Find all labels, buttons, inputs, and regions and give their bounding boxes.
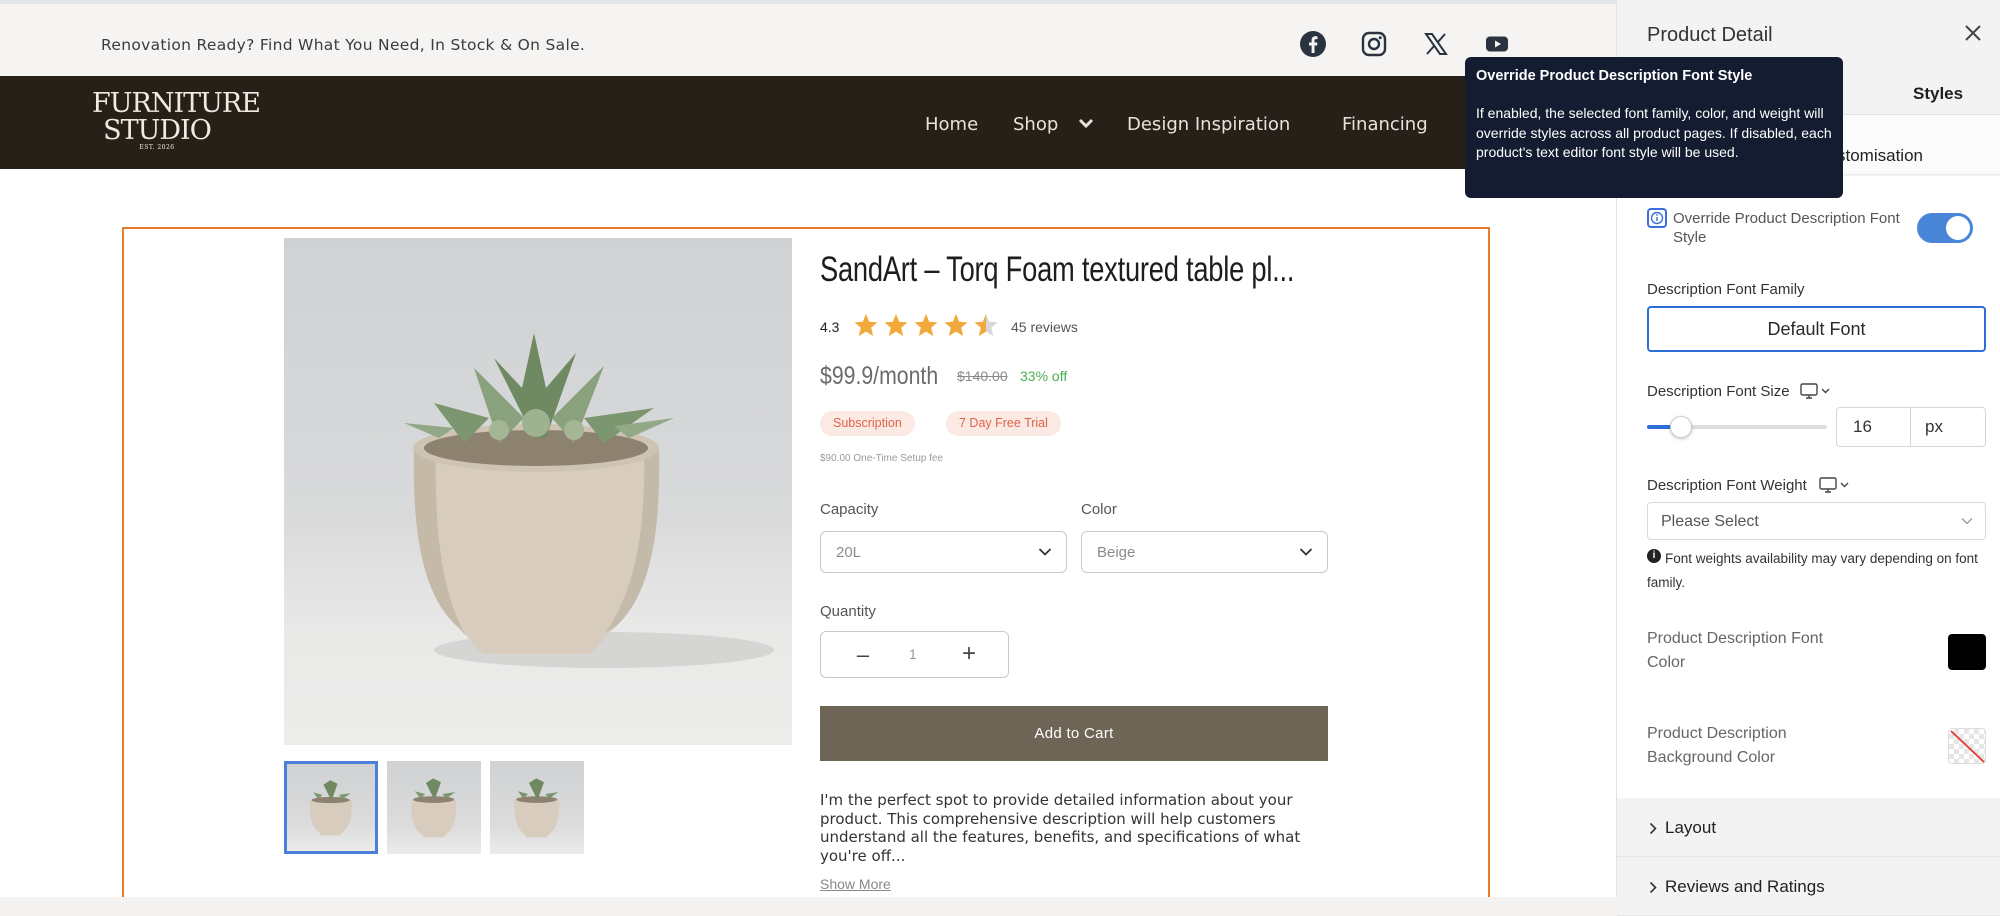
layout-section-header[interactable]: Layout [1617,799,2000,857]
star-icon [914,314,938,336]
quantity-value[interactable]: 1 [909,646,917,662]
discount-badge: 33% off [1020,368,1068,384]
background-color-swatch[interactable] [1948,728,1986,764]
override-font-style-tooltip: Override Product Description Font Style … [1465,57,1843,198]
star-icon [884,314,908,336]
youtube-icon[interactable] [1483,30,1511,58]
show-more-link[interactable]: Show More [820,876,891,892]
main-navbar: FURNITURE STUDIO EST. 2026 Home Shop Des… [0,76,1616,169]
product-description: I'm the perfect spot to provide detailed… [820,791,1301,865]
info-icon[interactable] [1647,208,1667,228]
toggle-knob [1946,216,1970,240]
decrease-quantity-button[interactable]: – [853,644,873,666]
announcement-bar: Renovation Ready? Find What You Need, In… [0,4,1616,76]
x-icon[interactable] [1422,30,1450,58]
increase-quantity-button[interactable]: + [959,642,979,666]
override-font-style-label: Override Product Description Font Style [1673,210,1900,246]
customisation-section-title[interactable]: stomisation [1837,146,1923,166]
font-family-select[interactable]: Default Font [1647,306,1986,352]
add-to-cart-button[interactable]: Add to Cart [820,706,1328,761]
color-select[interactable]: Beige [1081,531,1328,573]
store-logo[interactable]: FURNITURE STUDIO EST. 2026 [92,90,261,156]
original-price: $140.00 [957,368,1008,384]
font-weight-note: Font weights availability may vary depen… [1647,551,1978,590]
chevron-down-icon [1961,518,1973,525]
product-price: $99.9/month [820,362,939,390]
desktop-device-icon[interactable] [1819,476,1853,494]
reviews-count-link[interactable]: 45 reviews [1011,319,1078,335]
free-trial-badge: 7 Day Free Trial [946,411,1061,436]
nav-financing[interactable]: Financing [1342,114,1428,135]
instagram-icon[interactable] [1360,30,1388,58]
capacity-select[interactable]: 20L [820,531,1067,573]
product-main-image[interactable] [284,238,792,745]
rating-value: 4.3 [820,319,840,335]
subscription-badge: Subscription [820,411,915,436]
font-weight-select[interactable]: Please Select [1647,502,1986,540]
override-font-style-toggle[interactable] [1917,213,1973,243]
chevron-down-icon[interactable] [1078,118,1094,130]
star-icon [944,314,968,336]
announcement-text: Renovation Ready? Find What You Need, In… [101,36,586,54]
chevron-down-icon [1299,548,1313,556]
star-icon [854,314,878,336]
font-family-label: Description Font Family [1647,281,1805,298]
reviews-ratings-section-header[interactable]: Reviews and Ratings [1617,858,2000,916]
font-size-unit-select[interactable]: px [1910,407,1986,447]
font-color-label: Product Description Font Color [1647,630,1824,671]
tooltip-title: Override Product Description Font Style [1476,68,1753,84]
quantity-stepper: – 1 + [820,631,1009,678]
nav-shop[interactable]: Shop [1013,114,1058,135]
font-size-slider-handle[interactable] [1670,416,1692,438]
nav-home[interactable]: Home [925,114,978,135]
chevron-right-icon [1649,822,1657,835]
color-label: Color [1081,501,1117,518]
background-color-label: Product Description Background Color [1647,725,1787,766]
setup-fee-text: $90.00 One-Time Setup fee [820,453,944,464]
font-size-label: Description Font Size [1647,383,1790,400]
font-weight-label: Description Font Weight [1647,477,1807,494]
half-star-icon [974,314,998,336]
product-thumbnail-3[interactable] [490,761,584,854]
chevron-down-icon [1038,548,1052,556]
font-size-input[interactable]: 16 [1836,407,1911,447]
nav-design-inspiration[interactable]: Design Inspiration [1127,114,1290,135]
font-color-swatch[interactable] [1948,634,1986,670]
star-rating [854,314,998,336]
panel-title: Product Detail [1647,24,1773,46]
capacity-label: Capacity [820,501,879,518]
product-title: SandArt – Torq Foam textured table pl... [820,250,1295,289]
tab-styles[interactable]: Styles [1913,84,1963,104]
store-preview: Renovation Ready? Find What You Need, In… [0,0,1616,897]
chevron-right-icon [1649,881,1657,894]
facebook-icon[interactable] [1299,30,1327,58]
tooltip-body: If enabled, the selected font family, co… [1476,105,1832,160]
product-thumbnail-2[interactable] [387,761,481,854]
quantity-label: Quantity [820,603,876,620]
product-thumbnail-1[interactable] [284,761,378,854]
close-icon[interactable] [1962,22,1984,44]
desktop-device-icon[interactable] [1800,382,1834,400]
